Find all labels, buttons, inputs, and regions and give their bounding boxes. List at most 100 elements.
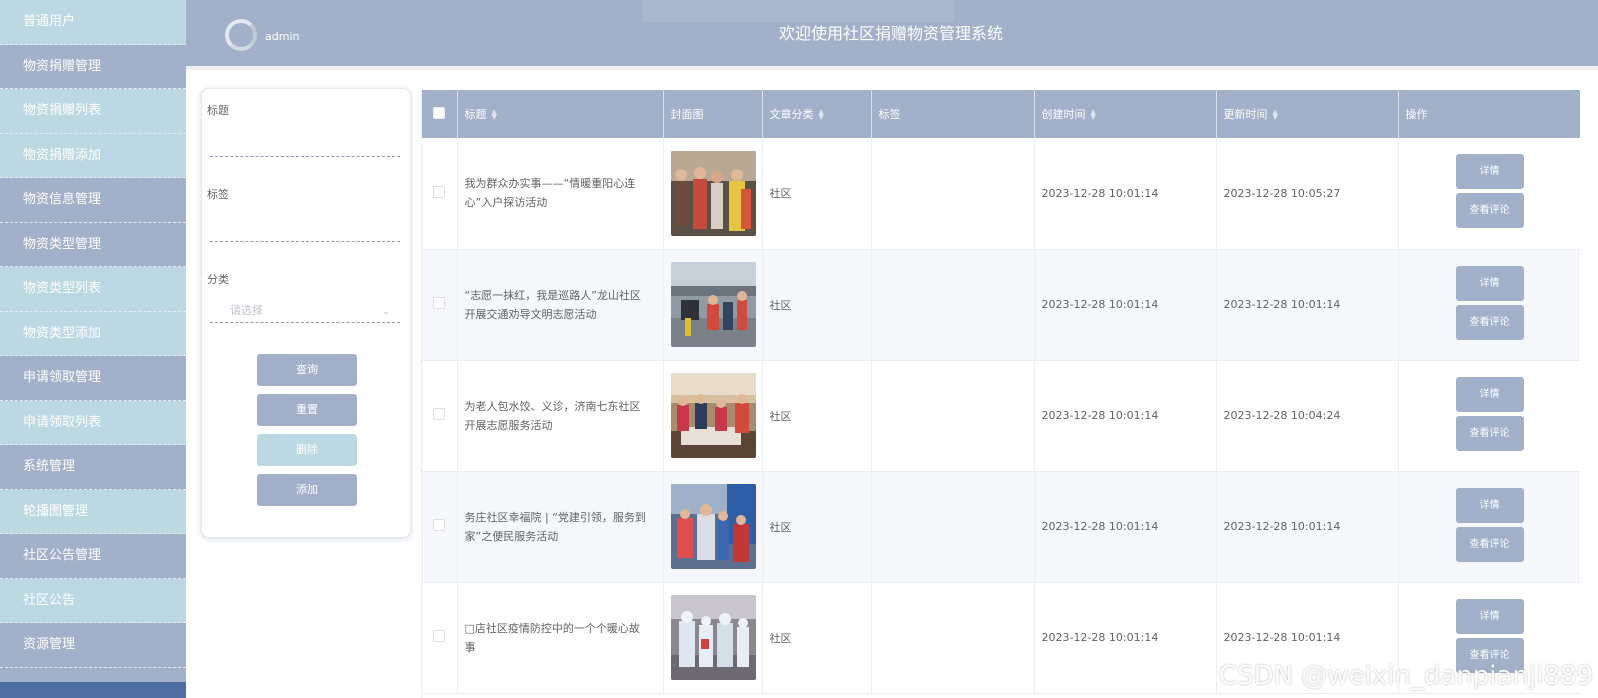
- row-cover-cell: [663, 138, 763, 250]
- row-actions: 详情 查看评论: [1398, 249, 1580, 361]
- row-category: 社区: [762, 471, 872, 583]
- sidebar-item[interactable]: 物资信息管理: [0, 178, 186, 223]
- column-header-actions: 操作: [1398, 90, 1580, 138]
- sidebar-item[interactable]: 物资类型管理: [0, 222, 186, 267]
- row-checkbox[interactable]: [433, 630, 445, 642]
- column-header-tags-label: 标签: [878, 108, 901, 121]
- system-title: 欢迎使用社区捐赠物资管理系统: [779, 24, 1004, 43]
- table-row: 为老人包水饺、义诊，济南七东社区开展志愿服务活动 社区 2023-12-28 10:…: [422, 360, 1580, 472]
- table-header-row: 标题 ▲ ▼ 封面图 文章分类 ▲ ▼ 标签 创建时间 ▲ ▼ 更新时间 ▲ ▼ 操作: [422, 90, 1580, 138]
- detail-button[interactable]: 详情: [1455, 265, 1524, 301]
- view-comments-button[interactable]: 查看评论: [1455, 304, 1524, 340]
- cover-image: [670, 150, 756, 236]
- row-updated-time: 2023-12-28 10:04:24: [1216, 360, 1399, 472]
- sort-icon[interactable]: ▲ ▼: [492, 109, 500, 121]
- sidebar-item[interactable]: 社区公告: [0, 578, 186, 623]
- username-label[interactable]: admin: [265, 30, 299, 43]
- tag-filter-input[interactable]: [210, 220, 400, 242]
- view-comments-button[interactable]: 查看评论: [1455, 415, 1524, 451]
- sidebar-item[interactable]: 物资类型添加: [0, 311, 186, 356]
- sort-icon[interactable]: ▲ ▼: [1091, 109, 1099, 121]
- detail-button[interactable]: 详情: [1455, 154, 1524, 190]
- sidebar: 普通用户 物资捐赠管理 物资捐赠列表 物资捐赠添加 物资信息管理 物资类型管理 物资类型列表…: [0, 0, 186, 698]
- row-checkbox[interactable]: [433, 519, 445, 531]
- row-select-cell: [422, 138, 458, 250]
- article-table: 标题 ▲ ▼ 封面图 文章分类 ▲ ▼ 标签 创建时间 ▲ ▼ 更新时间 ▲ ▼ 操作 我为群众…: [421, 90, 1580, 698]
- category-filter-label: 分类: [207, 273, 229, 286]
- sidebar-item[interactable]: 资源管理: [0, 623, 186, 668]
- row-cover-cell: [663, 471, 763, 583]
- cover-image: [670, 262, 756, 347]
- sort-icon[interactable]: ▲ ▼: [819, 109, 827, 121]
- row-title: □店社区疫情防控中的一个个暖心故事: [457, 582, 664, 694]
- view-comments-button[interactable]: 查看评论: [1455, 526, 1524, 562]
- table-row: 我为群众办实事——“情暖重阳心连心”入户探访活动 社区 2023-12-28 10:…: [422, 138, 1580, 250]
- detail-button[interactable]: 详情: [1455, 598, 1524, 634]
- row-title: 务庄社区幸福院 | “党建引领，服务到家”之便民服务活动: [457, 471, 664, 583]
- select-all-checkbox[interactable]: [433, 106, 445, 119]
- column-header-title[interactable]: 标题 ▲ ▼: [457, 90, 664, 138]
- row-title: “志愿一抹红，我是巡路人”龙山社区开展交通劝导文明志愿活动: [457, 249, 664, 361]
- row-checkbox[interactable]: [433, 408, 445, 420]
- row-cover-cell: [663, 249, 763, 361]
- row-tags: [871, 249, 1035, 361]
- query-button[interactable]: 查询: [257, 354, 357, 386]
- sidebar-item[interactable]: 申请领取管理: [0, 356, 186, 401]
- view-comments-button[interactable]: 查看评论: [1455, 193, 1524, 229]
- table-row: 务庄社区幸福院 | “党建引领，服务到家”之便民服务活动 社区 2023-12-28…: [422, 471, 1580, 583]
- sort-icon[interactable]: ▲ ▼: [1273, 109, 1281, 121]
- column-header-actions-label: 操作: [1405, 108, 1428, 121]
- sidebar-item[interactable]: 社区公告管理: [0, 534, 186, 579]
- sidebar-item[interactable]: 物资类型列表: [0, 267, 186, 312]
- top-header: admin 欢迎使用社区捐赠物资管理系统: [186, 0, 1598, 66]
- add-button[interactable]: 添加: [257, 474, 357, 506]
- sidebar-item[interactable]: 物资捐赠管理: [0, 44, 186, 89]
- row-updated-time: 2023-12-28 10:01:14: [1216, 249, 1399, 361]
- row-category: 社区: [762, 138, 872, 250]
- avatar[interactable]: [225, 19, 257, 51]
- row-category: 社区: [762, 249, 872, 361]
- column-header-updated[interactable]: 更新时间 ▲ ▼: [1216, 90, 1399, 138]
- row-tags: [871, 582, 1035, 694]
- cover-image: [670, 373, 756, 458]
- sidebar-bottom-bar: [0, 682, 186, 698]
- row-tags: [871, 138, 1035, 250]
- cover-image: [670, 595, 756, 680]
- reset-button[interactable]: 重置: [257, 394, 357, 426]
- row-checkbox[interactable]: [433, 297, 445, 309]
- row-actions: 详情 查看评论: [1398, 471, 1580, 583]
- column-header-created[interactable]: 创建时间 ▲ ▼: [1034, 90, 1217, 138]
- sidebar-item[interactable]: 轮播图管理: [0, 489, 186, 534]
- row-checkbox[interactable]: [433, 185, 445, 198]
- column-header-category[interactable]: 文章分类 ▲ ▼: [762, 90, 872, 138]
- detail-button[interactable]: 详情: [1455, 376, 1524, 412]
- title-filter-label: 标题: [207, 104, 229, 117]
- row-cover-cell: [663, 360, 763, 472]
- row-created-time: 2023-12-28 10:01:14: [1034, 582, 1217, 694]
- delete-button[interactable]: 删除: [257, 434, 357, 466]
- column-header-cover: 封面图: [663, 90, 763, 138]
- sidebar-item[interactable]: 申请领取列表: [0, 400, 186, 445]
- row-select-cell: [422, 582, 458, 694]
- chevron-down-icon: ⌄: [381, 306, 390, 317]
- select-all-cell: [422, 90, 458, 138]
- row-cover-cell: [663, 582, 763, 694]
- row-title: 我为群众办实事——“情暖重阳心连心”入户探访活动: [457, 138, 664, 250]
- cover-image: [670, 484, 756, 569]
- row-actions: 详情 查看评论: [1398, 138, 1580, 250]
- column-header-category-label: 文章分类: [769, 108, 814, 121]
- category-select[interactable]: 请选择 ⌄: [210, 299, 400, 323]
- sidebar-item[interactable]: 系统管理: [0, 445, 186, 490]
- column-header-updated-label: 更新时间: [1223, 108, 1268, 121]
- watermark: CSDN @weixin_danpianji889: [1218, 661, 1593, 691]
- header-divider: [186, 66, 1598, 70]
- sidebar-item[interactable]: 普通用户: [0, 0, 186, 45]
- detail-button[interactable]: 详情: [1455, 487, 1524, 523]
- sidebar-item[interactable]: 物资捐赠列表: [0, 89, 186, 134]
- title-filter-input[interactable]: [210, 135, 400, 157]
- column-header-title-label: 标题: [464, 108, 487, 121]
- sidebar-item[interactable]: 物资捐赠添加: [0, 133, 186, 178]
- table-row: “志愿一抹红，我是巡路人”龙山社区开展交通劝导文明志愿活动 社区 2023-12-2…: [422, 249, 1580, 361]
- table-body: 我为群众办实事——“情暖重阳心连心”入户探访活动 社区 2023-12-28 10:…: [422, 138, 1580, 694]
- row-updated-time: 2023-12-28 10:01:14: [1216, 471, 1399, 583]
